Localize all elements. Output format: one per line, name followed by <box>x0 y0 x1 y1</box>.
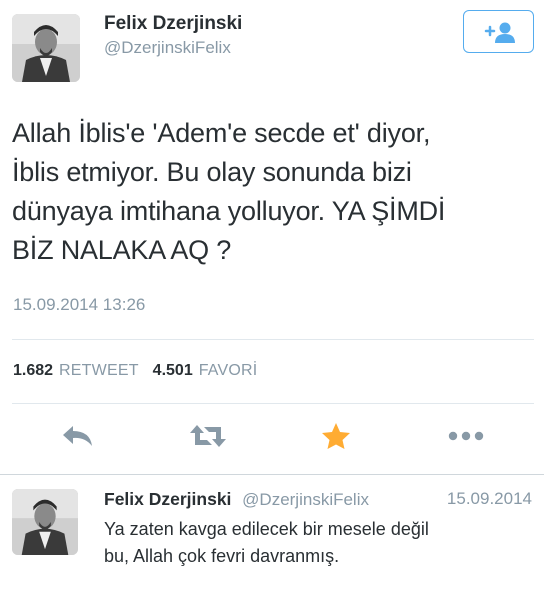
tweet-text: Allah İblis'e 'Adem'e secde et' diyor, İ… <box>12 114 532 270</box>
star-icon <box>322 423 350 449</box>
favorite-count[interactable]: 4.501 <box>153 362 193 380</box>
tweet-text-line: İblis etmiyor. Bu olay sonunda bizi <box>12 157 412 187</box>
tweet-text-line: BİZ NALAKA AQ ? <box>12 235 232 265</box>
reply-text: Ya zaten kavga edilecek bir mesele değil… <box>104 516 534 570</box>
reply-user-handle[interactable]: @DzerjinskiFelix <box>242 490 369 509</box>
retweet-count[interactable]: 1.682 <box>13 362 53 380</box>
reply-avatar[interactable] <box>12 489 78 555</box>
add-user-icon <box>484 22 515 43</box>
retweet-icon <box>190 425 226 447</box>
follow-button[interactable] <box>463 10 534 53</box>
avatar[interactable] <box>12 14 80 82</box>
portrait-image <box>12 489 78 555</box>
reply-tweet[interactable]: Felix Dzerjinski @DzerjinskiFelix 15.09.… <box>0 476 544 596</box>
tweet-text-line: dünyaya imtihana yolluyor. YA ŞİMDİ <box>12 196 446 226</box>
tweet-separator <box>0 474 544 475</box>
retweet-label[interactable]: RETWEET <box>59 362 139 380</box>
reply-button[interactable] <box>53 416 103 456</box>
reply-display-name[interactable]: Felix Dzerjinski <box>104 489 231 509</box>
more-dots-icon <box>448 431 484 441</box>
user-handle[interactable]: @DzerjinskiFelix <box>104 38 231 58</box>
reply-text-line: Ya zaten kavga edilecek bir mesele değil <box>104 519 429 539</box>
divider <box>12 403 534 404</box>
action-bar <box>0 416 544 456</box>
tweet-text-line: Allah İblis'e 'Adem'e secde et' diyor, <box>12 118 431 148</box>
more-button[interactable] <box>441 416 491 456</box>
reply-text-line: bu, Allah çok fevri davranmış. <box>104 546 340 566</box>
favorite-button[interactable] <box>311 416 361 456</box>
main-tweet: Felix Dzerjinski @DzerjinskiFelix Allah … <box>0 0 544 476</box>
display-name[interactable]: Felix Dzerjinski <box>104 13 242 35</box>
retweet-button[interactable] <box>183 416 233 456</box>
portrait-image <box>12 14 80 82</box>
tweet-timestamp: 15.09.2014 13:26 <box>13 295 146 314</box>
favorite-label[interactable]: FAVORİ <box>199 362 258 380</box>
divider <box>12 339 534 340</box>
tweet-stats: 1.682 RETWEET 4.501 FAVORİ <box>13 362 271 380</box>
reply-arrow-icon <box>63 426 92 446</box>
reply-header: Felix Dzerjinski @DzerjinskiFelix 15.09.… <box>104 489 534 510</box>
reply-date: 15.09.2014 <box>446 489 532 508</box>
